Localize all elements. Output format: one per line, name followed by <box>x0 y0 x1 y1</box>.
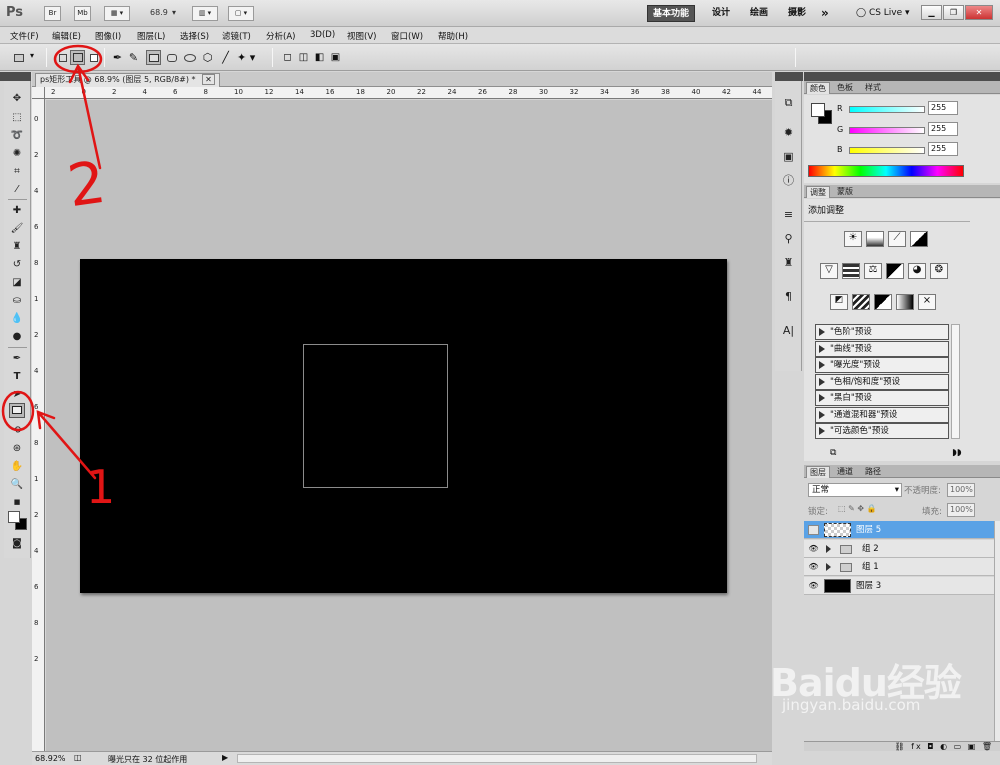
red-annotation-overlay <box>1 44 103 480</box>
foreground-color-swatch[interactable] <box>8 511 20 523</box>
annotation-label-1: 1 <box>86 460 116 514</box>
baidu-watermark-url: jingyan.baidu.com <box>782 696 921 714</box>
annotation-circle-tool <box>1 390 35 432</box>
